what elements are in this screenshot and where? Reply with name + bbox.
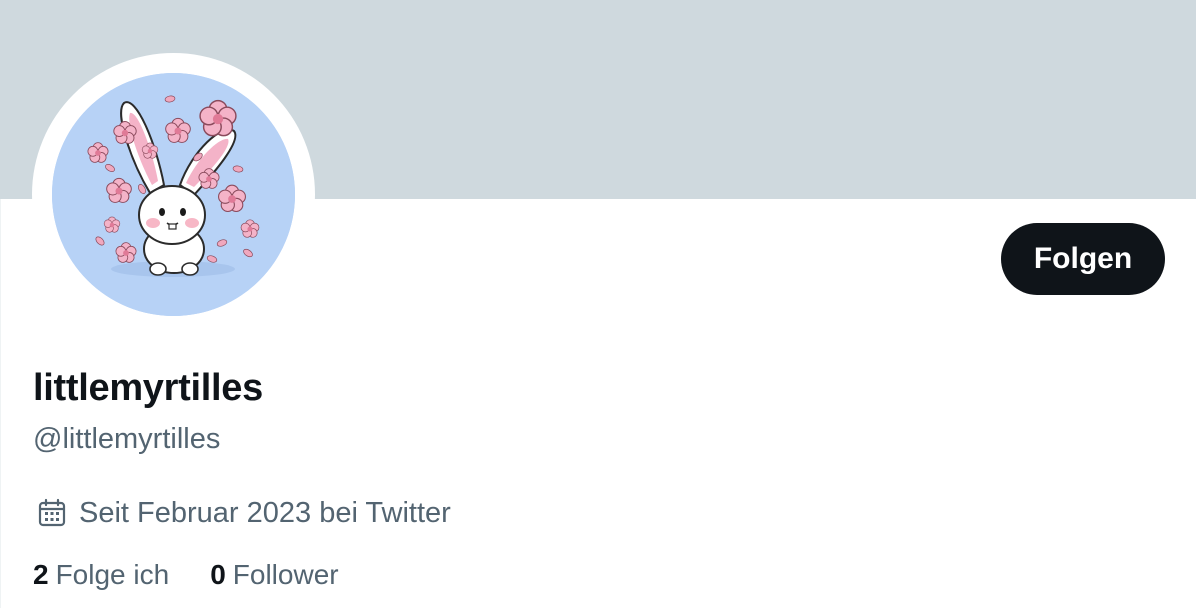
following-count: 2 <box>33 559 49 590</box>
avatar[interactable] <box>52 73 295 316</box>
followers-count: 0 <box>210 559 226 590</box>
followers-label: Follower <box>232 559 339 590</box>
following-label: Folge ich <box>55 559 170 590</box>
follow-button[interactable]: Folgen <box>1001 223 1165 295</box>
user-handle: @littlemyrtilles <box>33 423 221 455</box>
column-border <box>0 199 1 608</box>
calendar-icon <box>38 498 66 527</box>
join-date-text: Seit Februar 2023 bei Twitter <box>79 496 451 529</box>
followers-link[interactable]: 0 Follower <box>210 559 338 591</box>
following-link[interactable]: 2 Folge ich <box>33 559 169 591</box>
display-name: littlemyrtilles <box>33 367 263 409</box>
bunny-cherry-blossom-illustration <box>52 73 295 316</box>
profile-stats: 2 Folge ich 0 Follower <box>33 557 339 593</box>
join-date: Seit Februar 2023 bei Twitter <box>37 493 451 533</box>
